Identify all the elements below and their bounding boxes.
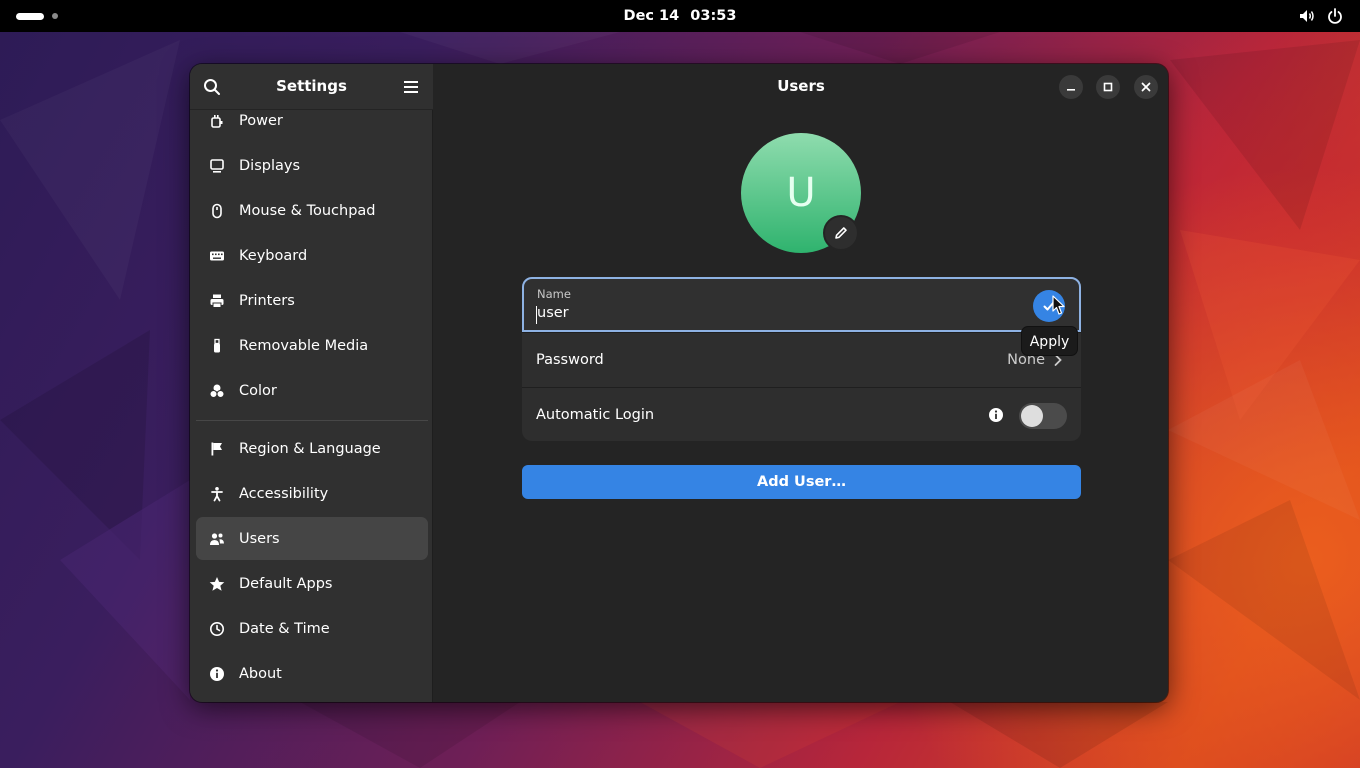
- clock-time: 03:53: [690, 8, 737, 24]
- usb-icon: [208, 337, 226, 355]
- sidebar-item-label: Color: [239, 382, 277, 399]
- sidebar-item-about[interactable]: About: [196, 652, 428, 695]
- sidebar-title: Settings: [276, 77, 347, 95]
- automatic-login-row: Automatic Login: [522, 387, 1081, 441]
- sidebar-item-label: Accessibility: [239, 485, 329, 502]
- sidebar-item-keyboard[interactable]: Keyboard: [196, 234, 428, 277]
- sidebar-item-mouse-touchpad[interactable]: Mouse & Touchpad: [196, 189, 428, 232]
- sidebar-item-label: Removable Media: [239, 337, 369, 354]
- sidebar-separator: [196, 420, 428, 421]
- sidebar-item-printers[interactable]: Printers: [196, 279, 428, 322]
- info-icon: [208, 665, 226, 683]
- sidebar-item-region-language[interactable]: Region & Language: [196, 427, 428, 470]
- sidebar-item-label: Power: [239, 112, 283, 129]
- keyboard-icon: [208, 247, 226, 265]
- volume-icon: [1300, 10, 1314, 22]
- name-field-label: Name: [537, 287, 571, 301]
- sidebar-item-users[interactable]: Users: [196, 517, 428, 560]
- minimize-button[interactable]: [1059, 75, 1083, 99]
- clock-date: Dec 14: [623, 8, 680, 24]
- display-icon: [208, 157, 226, 175]
- top-bar: Dec 14 03:53: [0, 0, 1360, 32]
- color-icon: [208, 382, 226, 400]
- info-icon[interactable]: [988, 407, 1004, 423]
- sidebar-item-label: Default Apps: [239, 575, 333, 592]
- sidebar-item-label: Displays: [239, 157, 301, 174]
- page-title: Users: [777, 77, 825, 95]
- sidebar-list: Power Displays Mouse & Touchpad Keyboard: [190, 110, 433, 702]
- settings-window: Settings Power Displays Mouse & Touchpad…: [190, 64, 1168, 702]
- power-icon: [1328, 8, 1342, 24]
- automatic-login-switch[interactable]: [1019, 403, 1067, 429]
- close-icon: [1141, 82, 1151, 92]
- maximize-button[interactable]: [1096, 75, 1120, 99]
- password-label: Password: [536, 352, 604, 368]
- sidebar-item-color[interactable]: Color: [196, 369, 428, 412]
- content-header: Users: [434, 64, 1168, 110]
- user-details-card: Name user Password None Automatic Login: [522, 277, 1081, 441]
- add-user-button[interactable]: Add User…: [522, 465, 1081, 499]
- name-field-value[interactable]: user: [537, 305, 569, 321]
- system-tray[interactable]: [1298, 7, 1344, 25]
- mouse-pointer-icon: [1052, 295, 1065, 315]
- sidebar-item-label: Mouse & Touchpad: [239, 202, 376, 219]
- star-icon: [208, 575, 226, 593]
- hamburger-menu-icon[interactable]: [401, 77, 421, 97]
- maximize-icon: [1103, 82, 1113, 92]
- sidebar-item-default-apps[interactable]: Default Apps: [196, 562, 428, 605]
- sidebar-item-label: About: [239, 665, 282, 682]
- sidebar-item-label: Keyboard: [239, 247, 308, 264]
- automatic-login-label: Automatic Login: [536, 407, 655, 423]
- mouse-icon: [208, 202, 226, 220]
- sidebar-item-date-time[interactable]: Date & Time: [196, 607, 428, 650]
- content-pane: Users U Name user Password None Automati…: [434, 64, 1168, 702]
- users-icon: [208, 530, 226, 548]
- accessibility-icon: [208, 485, 226, 503]
- sidebar-item-label: Region & Language: [239, 440, 381, 457]
- edit-avatar-button[interactable]: [823, 215, 859, 251]
- minimize-icon: [1067, 89, 1075, 91]
- sidebar-item-accessibility[interactable]: Accessibility: [196, 472, 428, 515]
- printer-icon: [208, 292, 226, 310]
- apply-tooltip: Apply: [1021, 326, 1078, 356]
- name-field[interactable]: Name user: [522, 277, 1081, 332]
- sidebar-item-displays[interactable]: Displays: [196, 144, 428, 187]
- sidebar-header: Settings: [190, 64, 433, 110]
- sidebar: Settings Power Displays Mouse & Touchpad…: [190, 64, 433, 702]
- sidebar-item-removable-media[interactable]: Removable Media: [196, 324, 428, 367]
- flag-icon: [208, 440, 226, 458]
- clock[interactable]: Dec 14 03:53: [0, 0, 1360, 32]
- close-button[interactable]: [1134, 75, 1158, 99]
- password-row[interactable]: Password None: [522, 332, 1081, 387]
- switch-knob: [1021, 405, 1043, 427]
- sidebar-item-label: Printers: [239, 292, 295, 309]
- power-plug-icon: [208, 112, 226, 130]
- clock-icon: [208, 620, 226, 638]
- sidebar-item-label: Users: [239, 530, 280, 547]
- pencil-icon: [835, 227, 847, 239]
- sidebar-item-power[interactable]: Power: [196, 110, 428, 142]
- sidebar-item-label: Date & Time: [239, 620, 330, 637]
